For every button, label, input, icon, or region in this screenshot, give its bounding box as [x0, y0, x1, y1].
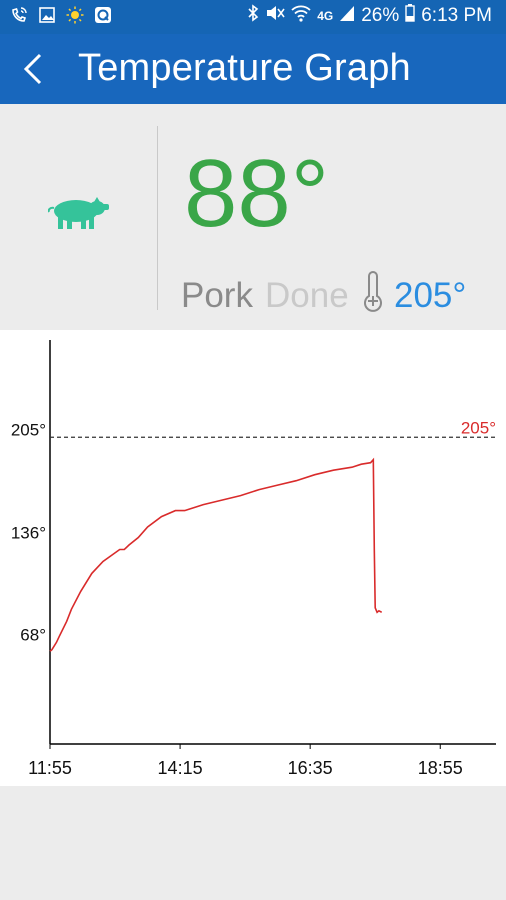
chevron-left-icon [23, 53, 42, 85]
image-icon [38, 6, 56, 24]
thermometer-icon [360, 270, 386, 317]
app-icon [94, 6, 112, 24]
y-tick-label: 68° [20, 625, 46, 644]
divider [157, 126, 158, 310]
x-tick-label: 11:55 [28, 758, 72, 778]
back-button[interactable] [20, 52, 50, 86]
bottom-area [0, 786, 506, 900]
threshold-label: 205° [461, 418, 496, 437]
series-line [49, 457, 383, 652]
mute-icon [265, 4, 285, 28]
pig-icon [47, 196, 110, 235]
y-tick-label: 136° [11, 524, 46, 543]
wifi-icon [291, 4, 311, 28]
doneness-label: Done [265, 276, 349, 315]
bluetooth-icon [247, 4, 259, 28]
y-tick-label: 205° [11, 420, 46, 439]
probe-summary: 88° Pork Done 205° [0, 104, 506, 330]
signal-icon [339, 4, 355, 28]
status-bar: 4G 26% 6:13 PM [0, 0, 506, 34]
target-temperature: 205° [394, 276, 467, 315]
clock: 6:13 PM [421, 5, 492, 26]
current-temperature: 88° [184, 140, 330, 247]
meat-type-label: Pork [181, 276, 253, 315]
x-tick-label: 16:35 [288, 758, 333, 778]
x-tick-label: 14:15 [158, 758, 203, 778]
battery-percent: 26% [361, 5, 400, 26]
x-tick-label: 18:55 [418, 758, 463, 778]
temperature-chart: 205° 136° 68° 11:55 14:15 16:35 18:55 205° [0, 330, 506, 786]
network-type-label: 4G [317, 9, 334, 23]
wifi-call-icon [10, 6, 28, 24]
app-bar: Temperature Graph [0, 34, 506, 104]
battery-icon [405, 4, 415, 28]
chart-canvas: 205° 136° 68° 11:55 14:15 16:35 18:55 205° [11, 340, 496, 778]
sun-icon [66, 6, 84, 24]
page-title: Temperature Graph [78, 47, 411, 89]
